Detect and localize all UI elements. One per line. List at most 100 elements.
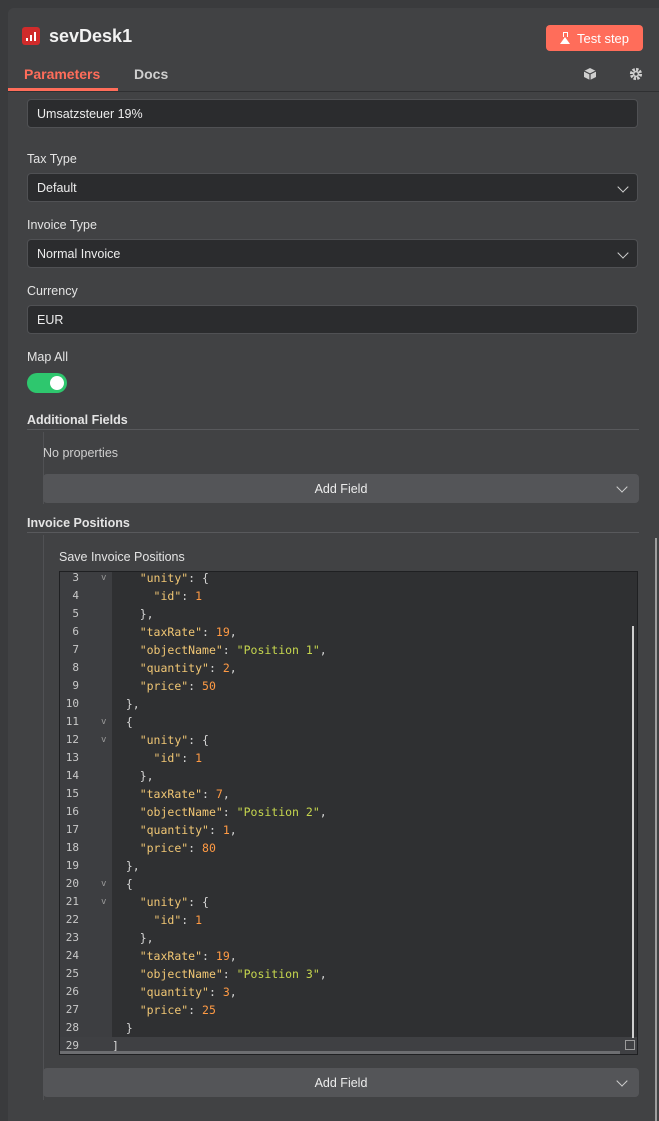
code-line[interactable]: 22 "id": 1 (60, 911, 637, 929)
chevron-down-icon (616, 1075, 628, 1087)
code-line[interactable]: 17 "quantity": 1, (60, 821, 637, 839)
code-line[interactable]: 12 v "unity": { (60, 731, 637, 749)
invoice-type-select[interactable]: Normal Invoice (27, 239, 638, 268)
test-step-label: Test step (576, 30, 630, 46)
line-number: 21 (65, 895, 79, 908)
line-number: 24 (65, 949, 79, 962)
code-line[interactable]: 23 }, (60, 929, 637, 947)
map-all-label: Map All (27, 350, 68, 364)
code-line[interactable]: 21 v "unity": { (60, 893, 637, 911)
code-text: "unity": { (139, 733, 209, 747)
sevdesk-logo-icon (22, 27, 40, 45)
code-line[interactable]: 13 "id": 1 (60, 749, 637, 767)
line-number: 25 (65, 967, 79, 980)
invoice-positions-code-editor[interactable]: 3v "unity": {4 "id": 15 }, 6 "taxRate": 1… (59, 571, 638, 1055)
code-line[interactable]: 11 v { (60, 713, 637, 731)
code-text: "id": 1 (153, 913, 203, 927)
code-text: "objectName": "Position 3", (139, 967, 327, 981)
code-line[interactable]: 27 "price": 25 (60, 1001, 637, 1019)
code-text: "taxRate": 7, (139, 787, 230, 801)
code-line[interactable]: 19 }, (60, 857, 637, 875)
line-number: 15 (65, 787, 79, 800)
additional-fields-title: Additional Fields (27, 413, 128, 427)
code-line[interactable]: 15 "taxRate": 7, (60, 785, 637, 803)
line-number: 3 (72, 571, 79, 584)
line-number: 16 (65, 805, 79, 818)
no-properties-text: No properties (43, 446, 119, 460)
code-text: "quantity": 3, (139, 985, 237, 999)
fold-chevron-icon[interactable]: v (101, 713, 106, 731)
line-number: 7 (72, 643, 79, 656)
line-number: 22 (65, 913, 79, 926)
code-text: "objectName": "Position 2", (139, 805, 327, 819)
cube-icon[interactable] (583, 67, 597, 81)
currency-label: Currency (27, 284, 78, 298)
node-settings-panel: sevDesk1 Test step Parameters Docs Umsat… (8, 8, 659, 1121)
fold-chevron-icon[interactable]: v (101, 572, 106, 587)
line-number: 19 (65, 859, 79, 872)
code-line[interactable]: 4 "id": 1 (60, 587, 637, 605)
code-text: }, (112, 931, 154, 945)
code-text: }, (112, 697, 140, 711)
code-text: "price": 50 (139, 679, 216, 693)
line-number: 28 (65, 1021, 79, 1034)
code-line[interactable]: 3 v "unity": { (60, 571, 637, 587)
line-number: 26 (65, 985, 79, 998)
fold-chevron-icon[interactable]: v (101, 893, 106, 911)
editor-horizontal-scrollbar[interactable] (60, 1051, 620, 1054)
invoice-positions-add-field-button[interactable]: Add Field (43, 1068, 639, 1097)
gear-icon[interactable] (629, 67, 643, 81)
code-line[interactable]: 26 "quantity": 3, (60, 983, 637, 1001)
code-line[interactable]: 7 "objectName": "Position 1", (60, 641, 637, 659)
editor-resize-handle-icon[interactable] (625, 1040, 635, 1050)
code-text: "unity": { (139, 571, 209, 585)
code-line[interactable]: 5 }, (60, 605, 637, 623)
code-text: "price": 80 (139, 841, 216, 855)
tax-type-select[interactable]: Default (27, 173, 638, 202)
invoice-positions-title: Invoice Positions (27, 516, 130, 530)
line-number: 12 (65, 733, 79, 746)
map-all-toggle[interactable] (27, 373, 67, 393)
node-header: sevDesk1 Test step Parameters Docs (8, 8, 659, 92)
tab-parameters[interactable]: Parameters (24, 66, 100, 82)
node-title[interactable]: sevDesk1 (49, 26, 132, 47)
tax-text-input[interactable]: Umsatzsteuer 19% (27, 99, 638, 128)
code-line[interactable]: 14 }, (60, 767, 637, 785)
code-line[interactable]: 8 "quantity": 2, (60, 659, 637, 677)
code-line[interactable]: 28 } (60, 1019, 637, 1037)
line-number: 4 (72, 589, 79, 602)
tax-type-label: Tax Type (27, 152, 77, 166)
tab-docs[interactable]: Docs (134, 66, 168, 82)
code-text: }, (112, 607, 154, 621)
chevron-down-icon (616, 481, 628, 493)
code-line[interactable]: 9 "price": 50 (60, 677, 637, 695)
line-number: 18 (65, 841, 79, 854)
line-number: 13 (65, 751, 79, 764)
line-number: 10 (65, 697, 79, 710)
code-line[interactable]: 10 }, (60, 695, 637, 713)
editor-vertical-scrollbar[interactable] (632, 626, 634, 1038)
page-scrollbar[interactable] (655, 538, 657, 1121)
code-line[interactable]: 20 v { (60, 875, 637, 893)
currency-input[interactable]: EUR (27, 305, 638, 334)
line-number: 23 (65, 931, 79, 944)
code-line[interactable]: 24 "taxRate": 19, (60, 947, 637, 965)
invoice-positions-indent-line (43, 535, 44, 1100)
additional-fields-add-field-button[interactable]: Add Field (43, 474, 639, 503)
flask-icon (559, 32, 571, 44)
line-number: 9 (72, 679, 79, 692)
save-invoice-positions-label: Save Invoice Positions (59, 550, 185, 564)
fold-chevron-icon[interactable]: v (101, 731, 106, 749)
code-line[interactable]: 16 "objectName": "Position 2", (60, 803, 637, 821)
tax-text-value: Umsatzsteuer 19% (37, 106, 143, 121)
tax-type-value: Default (37, 180, 77, 195)
code-text: "taxRate": 19, (139, 949, 237, 963)
code-line[interactable]: 18 "price": 80 (60, 839, 637, 857)
test-step-button[interactable]: Test step (546, 25, 643, 51)
add-field-label: Add Field (314, 481, 368, 496)
code-line[interactable]: 25 "objectName": "Position 3", (60, 965, 637, 983)
line-number: 17 (65, 823, 79, 836)
fold-chevron-icon[interactable]: v (101, 875, 106, 893)
code-line[interactable]: 6 "taxRate": 19, (60, 623, 637, 641)
code-text: }, (112, 859, 140, 873)
